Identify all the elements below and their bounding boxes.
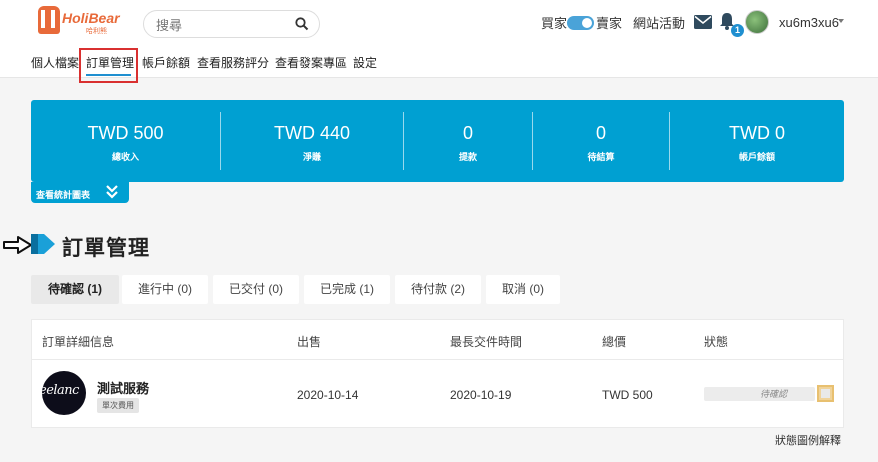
bear-logo-icon — [38, 6, 60, 34]
column-header: 總價 — [602, 335, 627, 349]
tag-icon — [31, 234, 55, 254]
deadline-date: 2020-10-19 — [450, 388, 512, 402]
subnav-item-profile[interactable]: 個人檔案 — [31, 54, 79, 71]
stat-label: 帳戶餘額 — [738, 152, 775, 162]
logo-text: HoliBear — [62, 10, 120, 26]
tab-awaiting-payment[interactable]: 待付款 (2) — [395, 275, 481, 304]
notification-badge: 1 — [731, 24, 744, 37]
search-box — [143, 10, 320, 38]
active-tab-highlight — [79, 48, 138, 83]
stat-value: TWD 500 — [87, 123, 164, 143]
tab-in-progress[interactable]: 進行中 (0) — [122, 275, 208, 304]
arrow-right-icon — [3, 236, 32, 254]
earnings-stats-banner: TWD 500 總收入 TWD 440 淨賺 0 提款 0 待結算 TWD 0 … — [31, 100, 844, 182]
subnav-item-job-board[interactable]: 查看發案專區 — [275, 54, 347, 71]
service-logo[interactable]: eelanc — [42, 371, 86, 415]
buyer-seller-toggle[interactable] — [567, 16, 594, 30]
holibear-logo[interactable]: HoliBear 哈利熊 — [38, 6, 120, 38]
page-title: 訂單管理 — [62, 237, 150, 260]
subnav-item-service-ratings[interactable]: 查看服務評分 — [197, 54, 269, 71]
tab-pending-confirmation[interactable]: 待確認 (1) — [31, 275, 119, 304]
active-tab-underline — [86, 74, 131, 76]
logo-subtext: 哈利熊 — [86, 28, 107, 35]
stat-account-balance: TWD 0 帳戶餘額 — [670, 100, 844, 182]
column-header: 狀態 — [704, 335, 729, 349]
stat-label: 總收入 — [111, 152, 139, 162]
stat-value: TWD 0 — [729, 123, 785, 143]
search-icon[interactable] — [295, 17, 309, 31]
top-header: HoliBear 哈利熊 買家 賣家 網站活動 1 xu6m3xu6 — [0, 0, 878, 45]
subnav-item-balance[interactable]: 帳戶餘額 — [142, 54, 190, 71]
stat-label: 待結算 — [587, 152, 615, 162]
stat-value: TWD 440 — [273, 123, 351, 143]
stat-net-earnings: TWD 440 淨賺 — [221, 100, 403, 182]
stat-value: 0 — [595, 123, 606, 143]
search-input[interactable] — [156, 16, 286, 34]
stat-label: 淨賺 — [302, 152, 321, 162]
sold-date: 2020-10-14 — [297, 388, 359, 402]
tab-cancelled[interactable]: 取消 (0) — [486, 275, 560, 304]
subnav-item-settings[interactable]: 設定 — [353, 54, 377, 71]
seller-label: 賣家 — [596, 16, 623, 31]
service-logo-text: eelanc — [42, 383, 79, 398]
stat-pending-settlement: 0 待結算 — [533, 100, 669, 182]
status-indicator — [817, 385, 834, 402]
orders-table: 訂單詳細信息 出售 最長交件時間 總價 狀態 eelanc 測試服務 單次費用 … — [31, 319, 844, 428]
stat-value: 0 — [462, 123, 473, 143]
divider — [32, 359, 843, 360]
avatar[interactable] — [745, 10, 769, 34]
stat-label: 提款 — [458, 152, 477, 162]
service-name-link[interactable]: 測試服務 — [97, 378, 149, 397]
buyer-label: 買家 — [541, 16, 568, 31]
status-badge: 待確認 — [704, 387, 815, 401]
stat-withdrawals: 0 提款 — [404, 100, 532, 182]
column-header: 最長交件時間 — [450, 335, 523, 349]
status-legend-link[interactable]: 狀態圖例解釋 — [775, 432, 841, 448]
site-events-link[interactable]: 網站活動 — [633, 13, 685, 32]
double-chevron-down-icon — [106, 185, 118, 199]
tab-delivered[interactable]: 已交付 (0) — [213, 275, 299, 304]
column-header: 出售 — [297, 335, 322, 349]
view-stats-chart-toggle[interactable]: 查看統計圖表 — [31, 182, 129, 203]
total-price: TWD 500 — [602, 388, 653, 402]
column-header: 訂單詳細信息 — [42, 335, 115, 349]
chevron-down-icon[interactable] — [838, 19, 844, 23]
stat-total-income: TWD 500 總收入 — [31, 100, 220, 182]
fee-type-badge: 單次費用 — [97, 398, 139, 413]
username[interactable]: xu6m3xu6 — [779, 15, 839, 30]
tab-completed[interactable]: 已完成 (1) — [304, 275, 390, 304]
mail-icon[interactable] — [694, 15, 712, 29]
view-stats-chart-label: 查看統計圖表 — [36, 190, 91, 200]
